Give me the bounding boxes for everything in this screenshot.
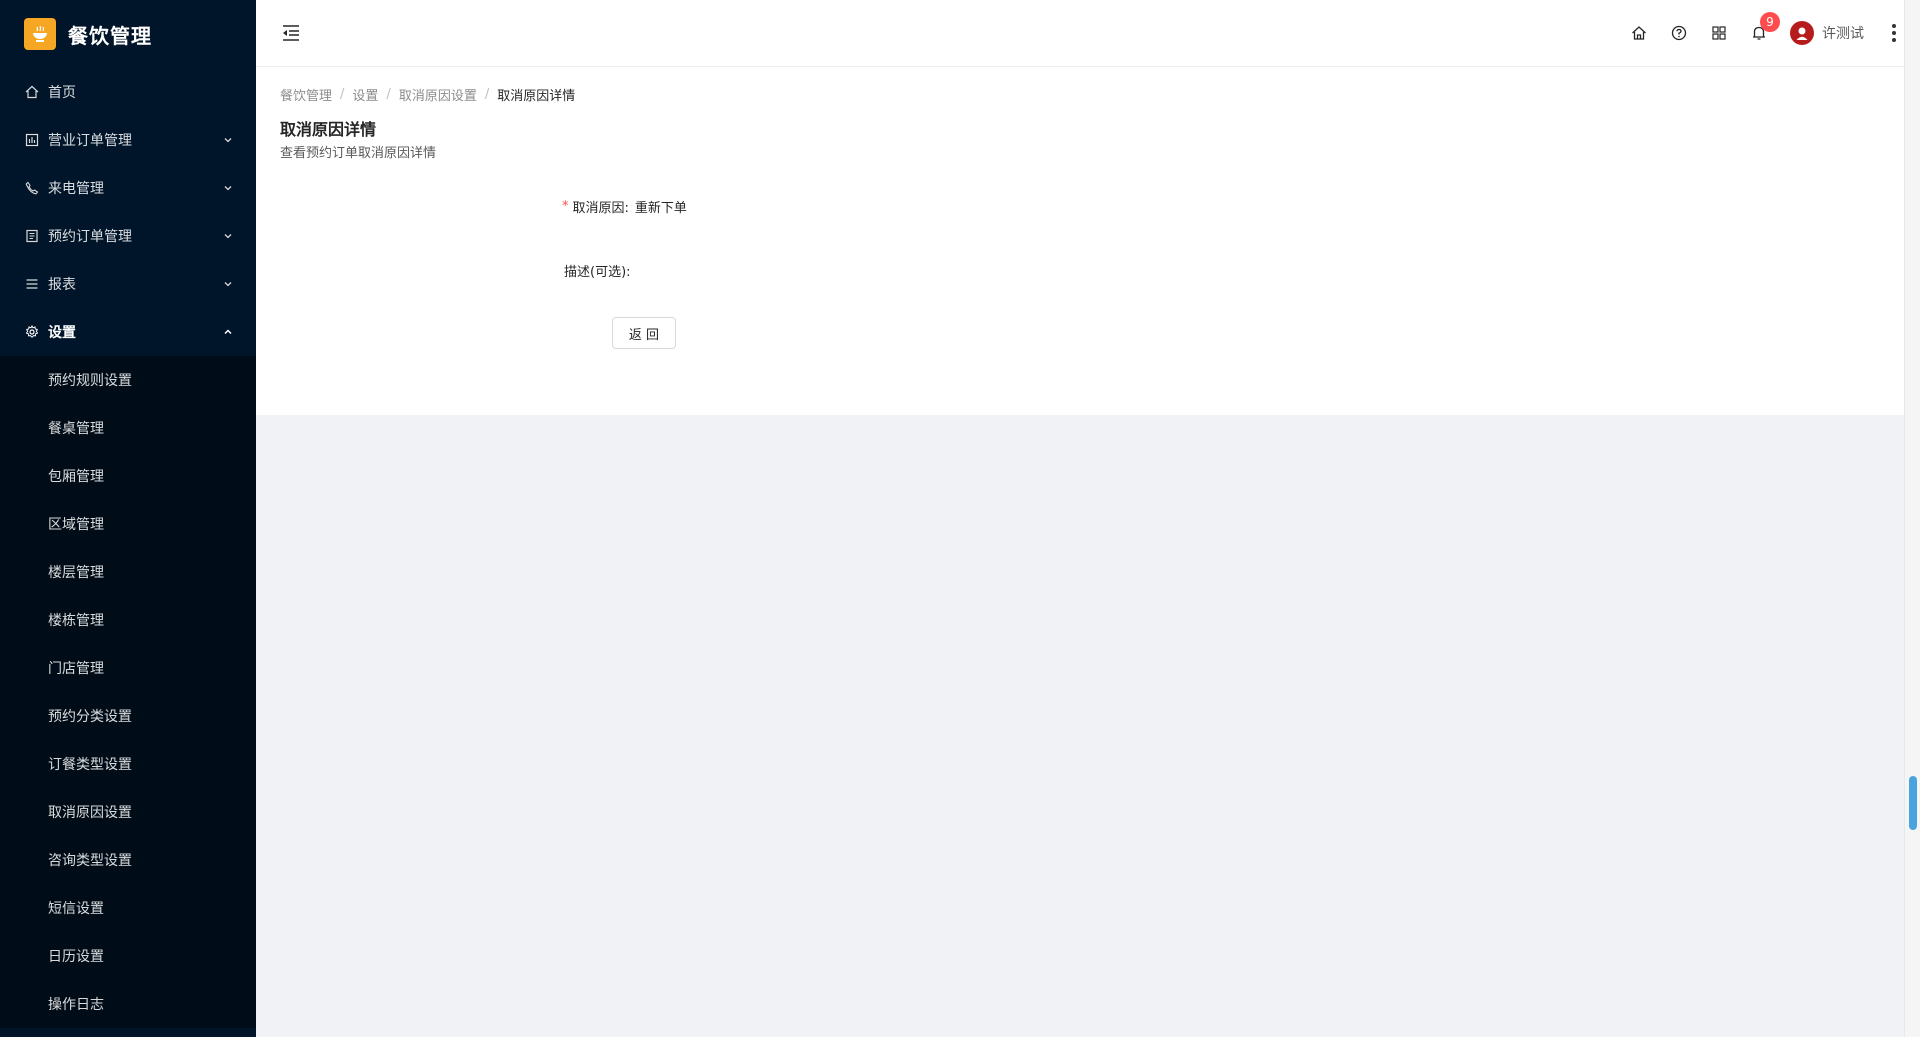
submenu-item-operation-log[interactable]: 操作日志 — [0, 980, 256, 1028]
list-icon — [24, 228, 40, 244]
menu-icon — [24, 276, 40, 292]
home-icon — [24, 84, 40, 100]
sidebar-item-business-orders[interactable]: 营业订单管理 — [0, 116, 256, 164]
submenu-item-order-types[interactable]: 订餐类型设置 — [0, 740, 256, 788]
submenu-item-stores[interactable]: 门店管理 — [0, 644, 256, 692]
submenu-item-reservation-rules[interactable]: 预约规则设置 — [0, 356, 256, 404]
chevron-down-icon — [222, 278, 234, 290]
page-description: 查看预约订单取消原因详情 — [280, 146, 437, 161]
sidebar-item-reservation-orders[interactable]: 预约订单管理 — [0, 212, 256, 260]
dashboard-icon — [24, 132, 40, 148]
breadcrumb-item-settings[interactable]: 设置 — [352, 85, 378, 104]
button-row: 返 回 — [562, 317, 1880, 349]
submenu-item-buildings[interactable]: 楼栋管理 — [0, 596, 256, 644]
sidebar-menu: 首页 营业订单管理 来电管理 预约订单管理 报表 设置 — [0, 68, 256, 356]
submenu-item-inquiry-types[interactable]: 咨询类型设置 — [0, 836, 256, 884]
header-actions: 9 许测试 — [1630, 12, 1910, 45]
page-title: 取消原因详情 — [280, 120, 377, 139]
sidebar-item-label: 预约订单管理 — [48, 229, 132, 245]
submenu-item-areas[interactable]: 区域管理 — [0, 500, 256, 548]
top-header: 9 许测试 — [256, 0, 1920, 67]
breadcrumb-item-home[interactable]: 餐饮管理 — [280, 85, 332, 104]
submenu-item-floors[interactable]: 楼层管理 — [0, 548, 256, 596]
sidebar-item-settings[interactable]: 设置 — [0, 308, 256, 356]
required-mark: * — [562, 198, 569, 214]
submenu-item-tables[interactable]: 餐桌管理 — [0, 404, 256, 452]
breadcrumb: 餐饮管理 / 设置 / 取消原因设置 / 取消原因详情 — [280, 84, 1880, 104]
breadcrumb-separator: / — [340, 86, 345, 102]
page-scrollbar[interactable] — [1904, 0, 1920, 1037]
home-icon[interactable] — [1630, 24, 1648, 42]
description-label: 描述(可选): — [564, 264, 631, 280]
sidebar-item-label: 设置 — [48, 325, 76, 341]
reason-value: 重新下单 — [634, 200, 687, 216]
submenu-item-private-rooms[interactable]: 包厢管理 — [0, 452, 256, 500]
sidebar-item-label: 首页 — [48, 85, 76, 101]
logo[interactable]: 餐饮管理 — [0, 0, 256, 68]
more-vertical-icon[interactable] — [1892, 24, 1896, 42]
menu-fold-icon[interactable] — [280, 22, 302, 44]
reason-label: 取消原因: — [572, 200, 629, 216]
notification-badge: 9 — [1760, 12, 1780, 32]
sidebar-item-label: 来电管理 — [48, 181, 104, 197]
submenu-item-cancel-reasons[interactable]: 取消原因设置 — [0, 788, 256, 836]
sidebar-item-label: 报表 — [48, 277, 76, 293]
question-icon[interactable] — [1670, 24, 1688, 42]
app-title: 餐饮管理 — [68, 23, 152, 48]
sidebar-item-reports[interactable]: 报表 — [0, 260, 256, 308]
bell-icon[interactable]: 9 — [1750, 12, 1780, 42]
sidebar-item-label: 营业订单管理 — [48, 133, 132, 149]
reason-label-cell: * 取消原因: — [562, 197, 629, 216]
sidebar: 餐饮管理 首页 营业订单管理 来电管理 预约订单管理 报表 设置 预约规则设置 … — [0, 0, 256, 1037]
breadcrumb-separator: / — [386, 86, 391, 102]
chevron-down-icon — [222, 134, 234, 146]
user-name: 许测试 — [1822, 26, 1864, 42]
detail-form: * 取消原因: 重新下单 描述(可选): 返 回 — [280, 189, 1880, 349]
back-button[interactable]: 返 回 — [612, 317, 676, 349]
chevron-up-icon — [222, 326, 234, 338]
submenu-item-sms[interactable]: 短信设置 — [0, 884, 256, 932]
breadcrumb-item-current: 取消原因详情 — [497, 88, 576, 104]
content-card: 餐饮管理 / 设置 / 取消原因设置 / 取消原因详情 取消原因详情 查看预约订… — [256, 67, 1904, 415]
phone-icon — [24, 180, 40, 196]
gear-icon — [24, 324, 40, 340]
avatar — [1790, 21, 1814, 45]
breadcrumb-separator: / — [484, 86, 490, 102]
chevron-down-icon — [222, 182, 234, 194]
breadcrumb-item-cancel-reasons[interactable]: 取消原因设置 — [399, 85, 477, 104]
sidebar-item-calls[interactable]: 来电管理 — [0, 164, 256, 212]
settings-submenu: 预约规则设置 餐桌管理 包厢管理 区域管理 楼层管理 楼栋管理 门店管理 预约分… — [0, 356, 256, 1028]
description-row: 描述(可选): — [564, 253, 1880, 287]
apps-icon[interactable] — [1710, 24, 1728, 42]
reason-row: * 取消原因: 重新下单 — [562, 189, 1880, 223]
sidebar-item-home[interactable]: 首页 — [0, 68, 256, 116]
scrollbar-thumb[interactable] — [1909, 776, 1917, 830]
user-menu[interactable]: 许测试 — [1790, 21, 1864, 45]
app-root: 餐饮管理 首页 营业订单管理 来电管理 预约订单管理 报表 设置 预约规则设置 … — [0, 0, 1920, 1037]
submenu-item-calendar[interactable]: 日历设置 — [0, 932, 256, 980]
bowl-icon — [24, 18, 56, 50]
submenu-item-reservation-categories[interactable]: 预约分类设置 — [0, 692, 256, 740]
chevron-down-icon — [222, 230, 234, 242]
